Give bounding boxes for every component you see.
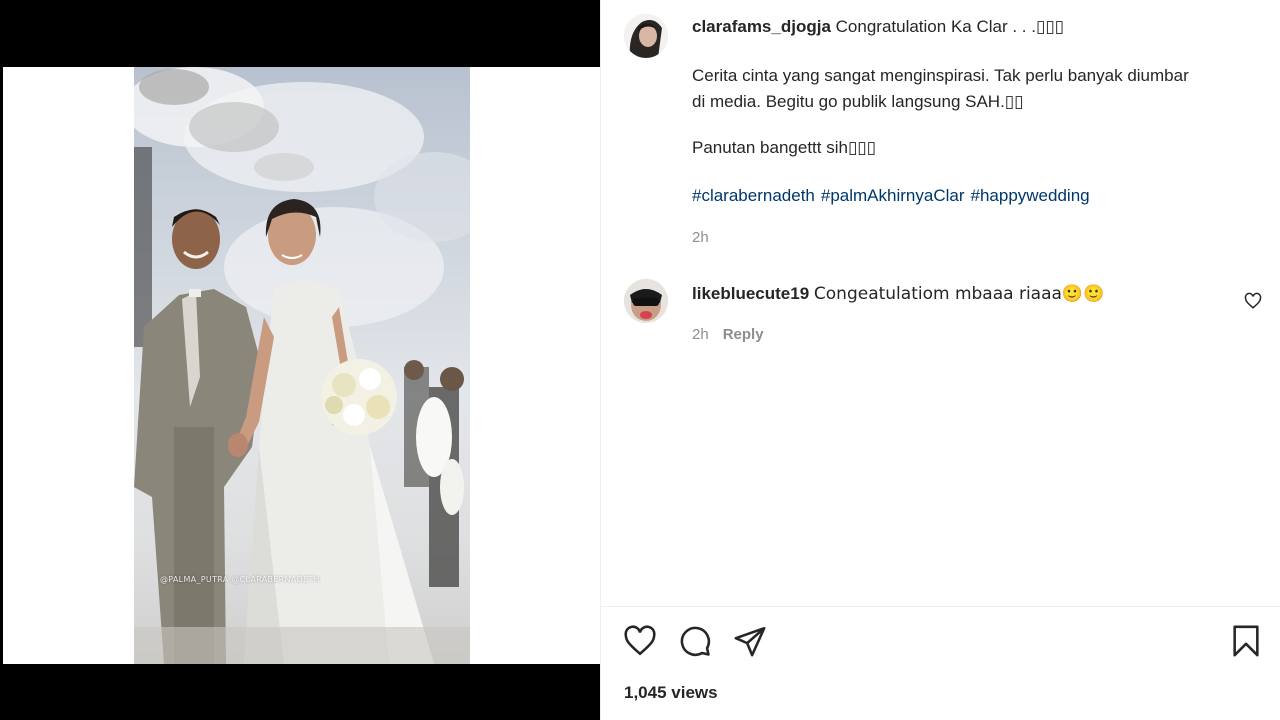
- comment-bubble-icon: [680, 626, 711, 657]
- caption-paragraph-2: Panutan bangettt sih▯▯▯: [692, 138, 877, 157]
- author-avatar[interactable]: [624, 14, 668, 58]
- heart-icon: [624, 625, 656, 656]
- heart-icon: [1244, 292, 1262, 309]
- caption-paragraph-1-line-1: Cerita cinta yang sangat menginspirasi. …: [692, 66, 1189, 85]
- reply-button[interactable]: Reply: [723, 326, 764, 343]
- hashtags: #clarabernadeth #palmAkhirnyaClar #happywe…: [692, 185, 1096, 207]
- like-button[interactable]: [623, 624, 657, 658]
- comment-meta: 2h Reply: [692, 326, 764, 343]
- comment-author[interactable]: likebluecute19: [692, 284, 809, 303]
- caption-timestamp[interactable]: 2h: [692, 229, 709, 246]
- comment-button[interactable]: [678, 624, 712, 658]
- avatar-image: [624, 279, 668, 323]
- media-panel: @PALMA_PUTRA @CLARABERNADETH: [0, 0, 600, 720]
- caption-author[interactable]: clarafams_djogja: [692, 17, 831, 36]
- caption-paragraph-1-line-2: di media. Begitu go publik langsung SAH.…: [692, 92, 1024, 111]
- bookmark-icon: [1233, 625, 1259, 657]
- caption-header: clarafams_djogja Congratulation Ka Clar …: [692, 16, 1064, 38]
- hashtag-link[interactable]: #clarabernadeth: [692, 186, 815, 205]
- comment-text: Congeatulatiom mbaaa riaaa🙂🙂: [813, 284, 1105, 304]
- media-stage[interactable]: @PALMA_PUTRA @CLARABERNADETH: [3, 67, 600, 664]
- view-count[interactable]: 1,045 views: [624, 683, 718, 703]
- comment-timestamp[interactable]: 2h: [692, 326, 709, 343]
- avatar-image: [624, 14, 668, 58]
- comment-body: likebluecute19 Congeatulatiom mbaaa riaa…: [692, 283, 1104, 305]
- caption-title: Congratulation Ka Clar . . .▯▯▯: [835, 17, 1065, 36]
- post-video[interactable]: @PALMA_PUTRA @CLARABERNADETH: [134, 67, 470, 664]
- commenter-avatar[interactable]: [624, 279, 668, 323]
- comment-heart-icon[interactable]: [1244, 292, 1262, 310]
- comments-panel: clarafams_djogja Congratulation Ka Clar …: [600, 0, 1280, 720]
- save-button[interactable]: [1229, 624, 1263, 658]
- paper-plane-icon: [734, 626, 766, 657]
- hashtag-link[interactable]: #happywedding: [971, 186, 1090, 205]
- video-watermark: @PALMA_PUTRA @CLARABERNADETH: [160, 575, 320, 584]
- hashtag-link[interactable]: #palmAkhirnyaClar: [821, 186, 965, 205]
- share-button[interactable]: [733, 624, 767, 658]
- actions-divider: [601, 606, 1280, 607]
